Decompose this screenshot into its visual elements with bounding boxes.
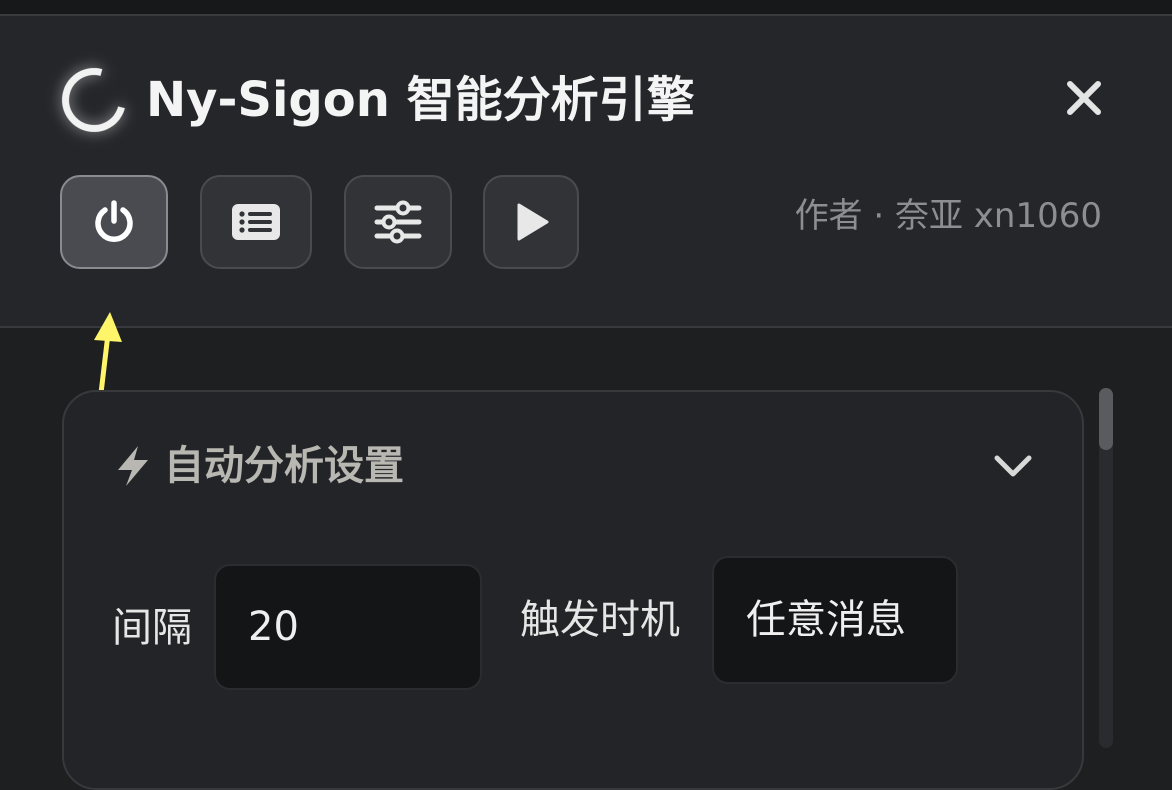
power-icon xyxy=(95,200,133,242)
header-bar xyxy=(0,16,1172,328)
interval-label: 间隔 xyxy=(112,605,192,651)
list-button[interactable] xyxy=(200,175,312,269)
section-title: 自动分析设置 xyxy=(164,443,404,489)
sliders-icon xyxy=(374,200,422,244)
chevron-down-icon[interactable] xyxy=(992,448,1034,484)
interval-value: 20 xyxy=(248,604,299,650)
run-button[interactable] xyxy=(483,175,579,269)
close-button[interactable] xyxy=(1056,70,1112,126)
author-credit: 作者 · 奈亚 xn1060 xyxy=(794,196,1102,236)
interval-input[interactable]: 20 xyxy=(214,564,482,690)
power-button[interactable] xyxy=(60,175,168,269)
play-icon xyxy=(517,203,549,241)
settings-button[interactable] xyxy=(344,175,452,269)
window-top-strip xyxy=(0,0,1172,16)
trigger-select[interactable]: 任意消息 xyxy=(712,556,958,684)
scrollbar-thumb[interactable] xyxy=(1099,388,1113,450)
lightning-bolt-icon xyxy=(118,446,148,486)
app-title: Ny-Sigon 智能分析引擎 xyxy=(146,72,695,128)
trigger-value: 任意消息 xyxy=(746,597,906,643)
close-icon xyxy=(1067,81,1101,115)
trigger-label: 触发时机 xyxy=(520,597,680,643)
list-icon xyxy=(232,204,280,240)
